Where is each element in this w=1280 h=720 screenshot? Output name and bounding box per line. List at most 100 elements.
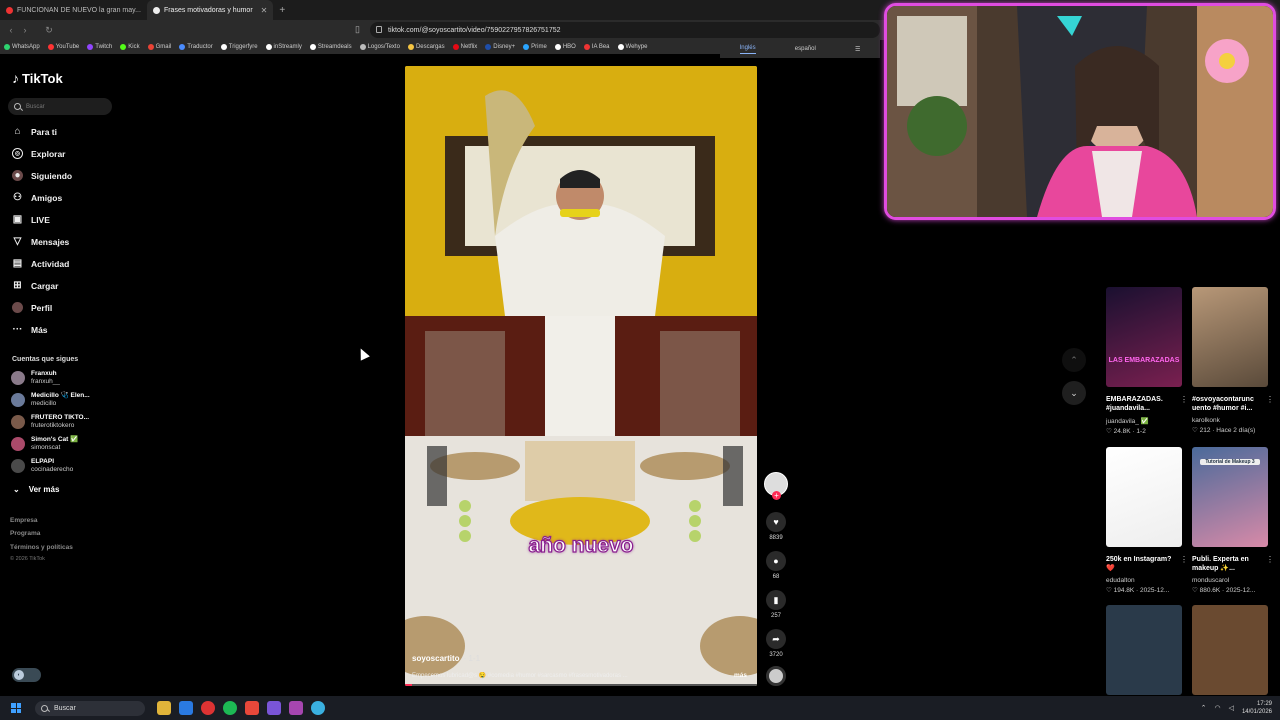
save-button[interactable]: ▮ 257 (765, 590, 787, 619)
sidebar-item-perfil[interactable]: Perfil (12, 302, 52, 313)
following-account[interactable]: Medicillo 🩺 Elen... medicillo (11, 392, 90, 408)
discord-icon[interactable] (267, 701, 281, 715)
following-account[interactable]: ELPAPI cocinaderecho (11, 458, 73, 474)
description-more-link[interactable]: más (734, 672, 747, 679)
forward-icon[interactable]: › (18, 25, 32, 35)
see-more-button[interactable]: ⌄ Ver más (13, 485, 59, 494)
recommended-video-thumbnail[interactable] (1106, 605, 1182, 695)
reload-icon[interactable]: ↻ (42, 25, 56, 36)
bookmark-item[interactable]: YouTube (47, 44, 79, 50)
brave-icon[interactable] (245, 701, 259, 715)
video-author[interactable]: monduscarol (1192, 577, 1268, 584)
bookmark-item[interactable]: HBO (554, 44, 576, 50)
windows-start-icon[interactable] (11, 703, 21, 713)
following-account[interactable]: FRUTERO TIKTO... fruterotiktokero (11, 414, 89, 430)
bookmark-favicon-icon (179, 44, 186, 50)
theme-toggle[interactable]: ◐ (12, 668, 41, 682)
follow-plus-icon[interactable]: + (772, 491, 781, 500)
app-icon-red[interactable] (201, 701, 215, 715)
bookmark-item[interactable]: Descargas (407, 44, 445, 50)
previous-video-button[interactable]: ⌃ (1062, 348, 1086, 372)
bookmark-icon[interactable]: ▯ (355, 24, 360, 35)
file-explorer-icon[interactable] (157, 701, 171, 715)
video-author[interactable]: edudalton (1106, 577, 1182, 584)
video-author[interactable]: karolkonk (1192, 417, 1268, 424)
app-icon-blue[interactable] (179, 701, 193, 715)
video-thumbnail[interactable]: LAS EMBARAZADAS (1106, 287, 1182, 387)
bookmark-item[interactable]: Wehype (617, 44, 648, 50)
spotify-icon[interactable] (223, 701, 237, 715)
bookmark-label: Wehype (625, 44, 648, 50)
sidebar-item-m-s[interactable]: ··· Más (12, 324, 48, 335)
app-icon-purple[interactable] (289, 701, 303, 715)
share-button[interactable]: ➦ 3720 (765, 629, 787, 658)
footer-link-company[interactable]: Empresa (10, 517, 37, 524)
video-thumbnail[interactable]: Tutorial de Makeup 3 (1192, 447, 1268, 547)
browser-tab-1[interactable]: FUNCIONAN DE NUEVO la gran may... (0, 0, 147, 20)
bookmark-item[interactable]: IA Bea (583, 44, 610, 50)
recommended-video-card[interactable]: 250k en Instagram? ❤️ edudalton ♡ 194.8K ·… (1106, 447, 1188, 594)
recommended-video-card[interactable]: LAS EMBARAZADAS EMBARAZADAS. #juandavila.… (1106, 287, 1188, 435)
next-video-button[interactable]: ⌄ (1062, 381, 1086, 405)
site-info-icon[interactable] (376, 26, 382, 33)
more-options-icon[interactable]: ⋮ (1266, 555, 1274, 564)
tab-title: Frases motivadoras y humor (163, 6, 253, 14)
more-options-icon[interactable]: ⋮ (1180, 555, 1188, 564)
sidebar-item-actividad[interactable]: ▤ Actividad (12, 258, 70, 269)
translate-lang-english[interactable]: Inglés (739, 45, 756, 54)
tray-chevron-icon[interactable]: ⌃ (1201, 704, 1207, 712)
search-input[interactable]: Buscar (8, 98, 112, 115)
sidebar-item-amigos[interactable]: ⚇ Amigos (12, 192, 62, 203)
sidebar-item-explorar[interactable]: ◎ Explorar (12, 148, 66, 159)
bookmark-item[interactable]: inStreamly (265, 44, 302, 50)
menu-icon[interactable]: ☰ (855, 46, 860, 53)
bookmark-item[interactable]: WhatsApp (4, 44, 40, 50)
recommended-video-thumbnail[interactable] (1192, 605, 1268, 695)
bookmark-item[interactable]: Prime (523, 44, 547, 50)
like-button[interactable]: ♥ 8839 (765, 512, 787, 541)
footer-link-program[interactable]: Programa (10, 530, 40, 537)
video-thumbnail[interactable] (1106, 447, 1182, 547)
bookmark-item[interactable]: Gmail (147, 44, 171, 50)
video-author[interactable]: juandavila_ ✅ (1106, 417, 1182, 425)
video-progress-bar[interactable] (405, 684, 757, 686)
translate-lang-spanish[interactable]: español (795, 46, 816, 52)
bookmark-item[interactable]: Triggerfyre (220, 44, 258, 50)
bookmark-item[interactable]: Kick (120, 44, 140, 50)
following-account[interactable]: Franxuh franxuh__ (11, 370, 60, 386)
tiktok-logo[interactable]: ♪ TikTok (12, 70, 63, 86)
bookmark-item[interactable]: Disney+ (485, 44, 515, 50)
more-options-icon[interactable]: ⋮ (1180, 395, 1188, 404)
new-tab-button[interactable]: + (273, 5, 291, 16)
sidebar-item-live[interactable]: ▣ LIVE (12, 214, 50, 225)
sidebar-item-cargar[interactable]: ⊞ Cargar (12, 280, 58, 291)
footer-link-terms[interactable]: Términos y políticas (10, 544, 73, 551)
recommended-video-card[interactable]: Tutorial de Makeup 3 Publi. Experta en ma… (1192, 447, 1274, 594)
comment-button[interactable]: ● 68 (765, 551, 787, 580)
close-tab-icon[interactable]: ✕ (261, 6, 268, 15)
edge-icon[interactable] (311, 701, 325, 715)
sidebar-item-mensajes[interactable]: ▽ Mensajes (12, 236, 70, 247)
more-options-icon[interactable]: ⋮ (1266, 395, 1274, 404)
music-disc-icon[interactable] (766, 666, 786, 686)
clock[interactable]: 17:29 14/01/2026 (1242, 700, 1272, 716)
bookmark-item[interactable]: Streamdeals (309, 44, 352, 50)
video-author[interactable]: soyoscartito · 1-1 (412, 654, 480, 663)
browser-tab-2[interactable]: Frases motivadoras y humor ✕ (146, 0, 274, 20)
volume-icon[interactable]: ◁ (1229, 704, 1234, 712)
wifi-icon[interactable]: ◠ (1214, 704, 1220, 712)
bookmark-item[interactable]: Twitch (87, 44, 112, 50)
account-handle: cocinaderecho (31, 466, 74, 473)
video-player[interactable]: año nuevo soyoscartito · 1-1 Empecemos lu… (405, 66, 757, 686)
bookmark-item[interactable]: Netflix (452, 44, 477, 50)
url-field[interactable]: tiktok.com/@soyoscartito/video/759022795… (370, 22, 880, 38)
back-icon[interactable]: ‹ (4, 25, 18, 35)
video-thumbnail[interactable] (1192, 287, 1268, 387)
sidebar-item-para-ti[interactable]: ⌂ Para ti (12, 126, 57, 137)
taskbar-search[interactable]: Buscar (35, 700, 145, 716)
following-account[interactable]: Simon's Cat ✅ simonscat (11, 436, 78, 452)
recommended-video-card[interactable]: #osvoyacontarunc uento #humor #i... karol… (1192, 287, 1274, 434)
bookmark-item[interactable]: Logos/Texto (359, 44, 400, 50)
sidebar-item-siguiendo[interactable]: ● Siguiendo (12, 170, 72, 181)
bookmark-item[interactable]: Traductor (179, 44, 213, 50)
